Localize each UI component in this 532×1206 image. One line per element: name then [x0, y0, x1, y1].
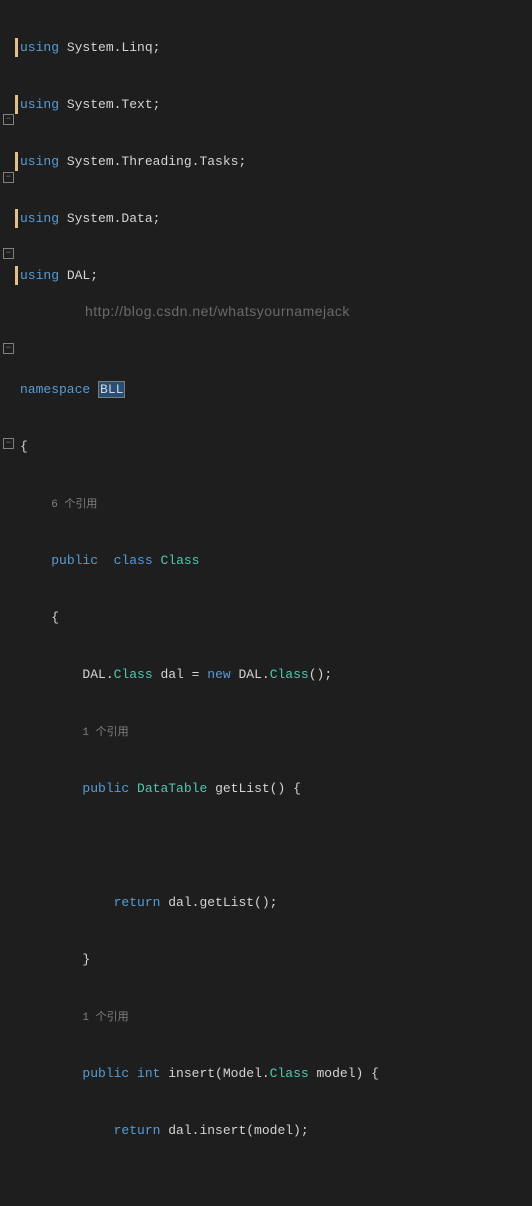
namespace-ref: System.Linq — [67, 40, 153, 55]
keyword-return: return — [114, 1123, 161, 1138]
method-sig: insert(Model. — [160, 1066, 269, 1081]
namespace-ref: System.Text — [67, 97, 153, 112]
fold-icon[interactable]: − — [3, 248, 14, 259]
method-sig: getList() { — [207, 781, 301, 796]
keyword-int: int — [137, 1066, 160, 1081]
ctor-call: (); — [309, 667, 332, 682]
type-ref: Class — [270, 667, 309, 682]
codelens-references[interactable]: 1 个引用 — [82, 727, 128, 739]
keyword-using: using — [20, 211, 59, 226]
brace: { — [20, 439, 28, 454]
namespace-ref: System.Threading.Tasks — [67, 154, 239, 169]
type-ref: DataTable — [137, 781, 207, 796]
fold-icon[interactable]: − — [3, 438, 14, 449]
keyword-new: new — [207, 667, 230, 682]
keyword-class: class — [114, 553, 153, 568]
keyword-using: using — [20, 97, 59, 112]
brace: { — [51, 610, 59, 625]
var-decl: dal = — [153, 667, 208, 682]
keyword-public: public — [82, 781, 129, 796]
type-ref: Class — [270, 1066, 309, 1081]
keyword-using: using — [20, 154, 59, 169]
fold-icon[interactable]: − — [3, 114, 14, 125]
class-name: Class — [160, 553, 199, 568]
namespace-name-highlighted[interactable]: BLL — [98, 381, 125, 398]
codelens-references[interactable]: 6 个引用 — [51, 499, 97, 511]
namespace-ref: DAL — [67, 268, 90, 283]
type-ref: DAL — [82, 667, 105, 682]
type-ref: Class — [114, 667, 153, 682]
code-editor[interactable]: − − − − − using System.Linq; using Syste… — [0, 0, 532, 603]
fold-icon[interactable]: − — [3, 172, 14, 183]
type-ref: DAL — [238, 667, 261, 682]
codelens-references[interactable]: 1 个引用 — [82, 1012, 128, 1024]
keyword-return: return — [114, 895, 161, 910]
return-expr: dal.insert(model); — [160, 1123, 308, 1138]
keyword-public: public — [51, 553, 98, 568]
code-content[interactable]: using System.Linq; using System.Text; us… — [18, 0, 532, 603]
keyword-using: using — [20, 268, 59, 283]
return-expr: dal.getList(); — [160, 895, 277, 910]
gutter: − − − − − — [0, 0, 18, 603]
keyword-public: public — [82, 1066, 129, 1081]
keyword-using: using — [20, 40, 59, 55]
method-sig: model) { — [309, 1066, 379, 1081]
namespace-ref: System.Data — [67, 211, 153, 226]
fold-icon[interactable]: − — [3, 343, 14, 354]
brace: } — [82, 952, 90, 967]
keyword-namespace: namespace — [20, 382, 90, 397]
